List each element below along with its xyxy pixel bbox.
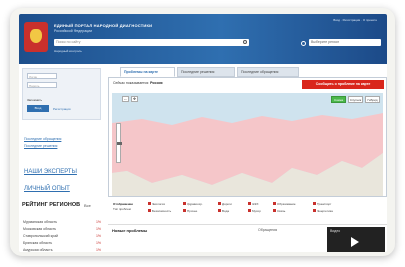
tab-map[interactable]: Проблемы на карте [120,67,175,77]
legend-item[interactable]: Вода [218,209,229,213]
location-icon [301,41,306,46]
site-title: ЕДИНЫЙ ПОРТАЛ НАРОДНОЙ ДИАГНОСТИКИ [54,23,153,28]
legend-item[interactable]: ЖКХ [248,202,259,206]
legend-title: Отображение [113,202,134,206]
map-legend: Отображение Тип проблем Экология Здравоо… [108,199,387,219]
legend-item[interactable]: Образование [273,202,296,206]
new-problems-section: Новые проблемы Обращения Видео [108,224,387,252]
region-name: Ставропольский край [23,234,58,238]
login-box: Логин Пароль Запомнить Вход Регистрация [22,68,101,120]
pan-tool[interactable]: ↔ [122,96,129,102]
sidebar: Логин Пароль Запомнить Вход Регистрация … [19,64,104,252]
sidebar-link-experts[interactable]: НАШИ ЭКСПЕРТЫ [24,169,77,175]
legend-item[interactable]: Здравоохр. [183,202,203,206]
device-frame: ЕДИНЫЙ ПОРТАЛ НАРОДНОЙ ДИАГНОСТИКИ Росси… [10,8,395,256]
view-scheme-button[interactable]: Схема [331,96,346,103]
sidebar-link-recent-requests[interactable]: Последние обращения [24,137,61,141]
search-placeholder: Поиск по сайту [56,40,81,44]
password-field[interactable]: Пароль [27,82,57,88]
region-select[interactable]: Выберите регион [309,39,381,46]
legend-item[interactable]: Транспорт [313,202,331,206]
legend-item[interactable]: Прочее [183,209,197,213]
filter-label: Сейчас показывается: [113,81,150,85]
region-name: Амурская область [23,248,53,252]
rating-row[interactable]: Мурманская область 1% [23,220,101,226]
view-satellite-button[interactable]: Спутник [348,96,363,103]
select-tool[interactable]: ✥ [131,96,138,102]
sidebar-link-recent-solutions[interactable]: Последние решения [24,144,57,148]
search-icon[interactable] [243,40,247,44]
filter-value[interactable]: Россия [150,81,162,85]
search-input[interactable]: Поиск по сайту [54,39,249,46]
region-name: Брянская область [23,241,53,245]
main-content: Проблемы на карте Последние решения Посл… [108,64,387,252]
tab-requests[interactable]: Последние обращения [237,67,299,77]
region-value: 1% [95,241,101,245]
new-problems-title: Новые проблемы [112,228,148,233]
map-canvas[interactable]: ↔ ✥ Схема Спутник Гибрид [112,93,383,196]
rating-row[interactable]: Ставропольский край 1% [23,234,101,240]
legend-item[interactable]: Энергетика [313,209,333,213]
requests-column: Обращения [258,228,278,232]
legend-subtitle: Тип проблем [113,207,131,211]
russia-map-shape [112,113,383,196]
map-tools: ↔ ✥ [122,96,140,102]
region-value: 1% [95,248,101,252]
legend-item[interactable]: Дороги [218,202,232,206]
remember-checkbox[interactable]: Запомнить [27,98,42,102]
region-value: 1% [95,220,101,224]
zoom-slider[interactable] [116,123,122,163]
region-name: Мурманская область [23,220,58,224]
rating-filter[interactable]: Все [84,203,91,208]
region-value: 1% [95,234,101,238]
sidebar-link-experience[interactable]: ЛИЧНЫЙ ОПЫТ [24,186,70,192]
play-icon[interactable] [351,237,359,247]
legend-item[interactable]: Экология [148,202,165,206]
region-value: 1% [95,227,101,231]
legend-item[interactable]: Безопасность [148,209,171,213]
site-subtitle: Российской Федерации [54,29,93,33]
region-name: Московская область [23,227,57,231]
rating-row[interactable]: Московская область 1% [23,227,101,233]
coat-of-arms-logo[interactable] [24,22,48,52]
rating-row[interactable]: Брянская область 1% [23,241,101,247]
tab-solutions[interactable]: Последние решения [177,67,235,77]
register-link[interactable]: Регистрация [53,107,71,111]
screen: ЕДИНЫЙ ПОРТАЛ НАРОДНОЙ ДИАГНОСТИКИ Росси… [19,14,387,252]
legend-item[interactable]: Мусор [248,209,261,213]
report-problem-button[interactable]: Сообщить о проблеме на карте [302,80,384,89]
video-title: Видео [330,229,341,233]
legend-item[interactable]: Связь [273,209,285,213]
site-header: ЕДИНЫЙ ПОРТАЛ НАРОДНОЙ ДИАГНОСТИКИ Росси… [19,14,387,64]
rating-title: РЕЙТИНГ РЕГИОНОВ [22,202,81,208]
zoom-handle[interactable] [117,142,122,145]
video-player[interactable]: Видео [327,227,385,252]
view-hybrid-button[interactable]: Гибрид [365,96,380,103]
header-subtitle-link[interactable]: Народный контроль [54,49,82,53]
map-filter: Сейчас показывается: Россия [113,81,163,85]
map-panel: Сейчас показывается: Россия Сообщить о п… [108,77,387,197]
login-field[interactable]: Логин [27,73,57,79]
top-links[interactable]: Вход · Регистрация · О проекте [333,18,377,22]
login-button[interactable]: Вход [27,105,49,112]
rating-row[interactable]: Амурская область 1% [23,248,101,252]
